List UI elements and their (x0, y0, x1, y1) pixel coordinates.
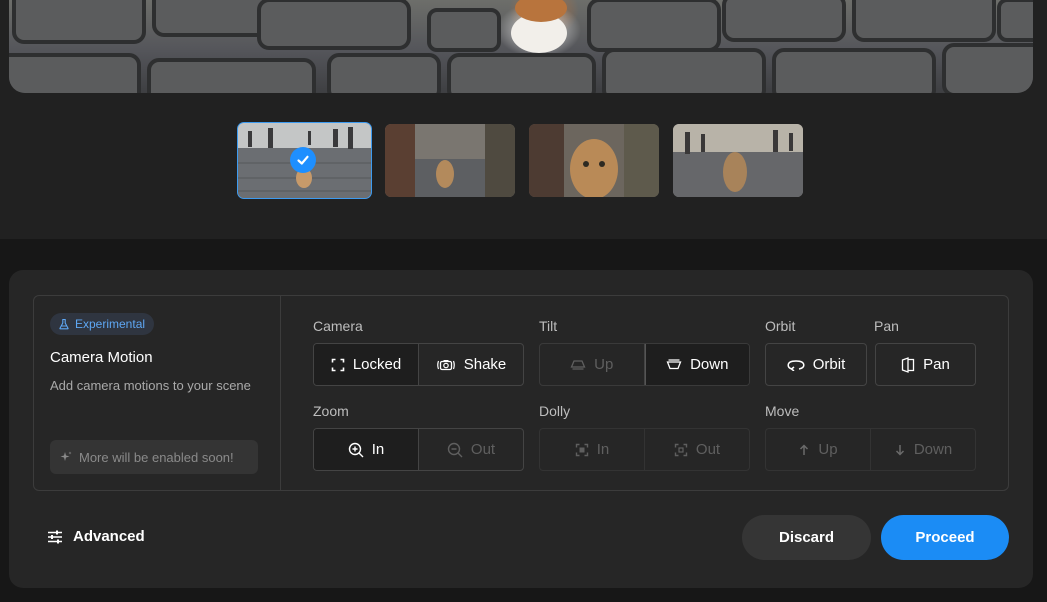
panel-title: Camera Motion (50, 349, 153, 366)
zoom-out-label: Out (470, 441, 496, 458)
tilt-up-label: Up (594, 356, 614, 373)
camera-shake-icon (436, 358, 456, 372)
camera-shake-button[interactable]: Shake (419, 344, 523, 385)
advanced-label: Advanced (73, 528, 145, 545)
sliders-icon (47, 530, 63, 544)
orbit-button-label: Orbit (812, 356, 846, 373)
arrow-down-icon (894, 444, 906, 456)
zoom-label: Zoom (313, 403, 349, 419)
tilt-down-label: Down (690, 356, 729, 373)
tilt-segment: Up Down (539, 343, 750, 386)
tilt-up-icon (570, 359, 586, 371)
preview-image (9, 0, 1033, 93)
dolly-in-label: In (596, 441, 610, 458)
zoom-in-icon (348, 442, 364, 458)
move-label: Move (765, 403, 800, 419)
discard-button[interactable]: Discard (742, 515, 871, 560)
coming-soon-label: More will be enabled soon! (79, 449, 234, 465)
tilt-label: Tilt (539, 318, 558, 334)
dolly-in-button[interactable]: In (540, 429, 645, 470)
advanced-button[interactable]: Advanced (47, 528, 145, 545)
move-segment: Up Down (765, 428, 976, 471)
camera-label: Camera (313, 318, 363, 334)
camera-locked-label: Locked (352, 356, 402, 373)
pan-button[interactable]: Pan (875, 343, 976, 386)
thumbnail-3[interactable] (529, 124, 659, 197)
camera-motion-box: Experimental Camera Motion Add camera mo… (33, 295, 1009, 491)
camera-segment: Locked Shake (313, 343, 524, 386)
zoom-in-button[interactable]: In (314, 429, 419, 470)
zoom-out-icon (447, 442, 463, 458)
dolly-segment: In Out (539, 428, 750, 471)
tilt-down-button[interactable]: Down (644, 344, 749, 385)
cobblestone-texture (9, 0, 1033, 93)
dolly-out-button[interactable]: Out (645, 429, 749, 470)
dolly-out-icon (674, 443, 688, 457)
move-up-button[interactable]: Up (766, 429, 871, 470)
dolly-out-label: Out (695, 441, 721, 458)
experimental-badge: Experimental (50, 313, 155, 335)
frame-corners-icon (331, 358, 345, 372)
proceed-button[interactable]: Proceed (881, 515, 1009, 560)
arrow-up-icon (798, 443, 810, 456)
zoom-segment: In Out (313, 428, 524, 471)
tilt-up-button[interactable]: Up (540, 344, 645, 385)
pan-button-label: Pan (923, 356, 950, 373)
tilt-down-icon (666, 358, 682, 371)
zoom-out-button[interactable]: Out (419, 429, 523, 470)
zoom-in-label: In (371, 441, 385, 458)
thumbnail-1[interactable] (237, 122, 372, 199)
dolly-label: Dolly (539, 403, 571, 419)
panel-subtitle: Add camera motions to your scene (50, 378, 251, 393)
thumbnail-2[interactable] (385, 124, 515, 197)
orbit-button[interactable]: Orbit (765, 343, 867, 386)
move-down-button[interactable]: Down (871, 429, 975, 470)
flask-icon (58, 318, 70, 330)
camera-motion-info: Experimental Camera Motion Add camera mo… (34, 296, 281, 490)
pan-icon (901, 356, 915, 373)
orbit-label: Orbit (765, 318, 796, 334)
move-down-label: Down (913, 441, 953, 458)
orbit-icon (787, 359, 805, 371)
camera-locked-button[interactable]: Locked (314, 344, 419, 385)
thumbnail-strip (237, 122, 803, 199)
camera-shake-label: Shake (463, 356, 507, 373)
pan-label: Pan (874, 318, 899, 334)
selected-check-icon (290, 147, 316, 173)
thumbnail-4[interactable] (673, 124, 803, 197)
camera-motion-panel: Experimental Camera Motion Add camera mo… (9, 270, 1033, 588)
coming-soon-note: More will be enabled soon! (50, 440, 258, 474)
move-up-label: Up (818, 441, 838, 458)
dolly-in-icon (575, 443, 589, 457)
sparkle-icon (60, 451, 72, 463)
badge-label: Experimental (75, 317, 146, 331)
